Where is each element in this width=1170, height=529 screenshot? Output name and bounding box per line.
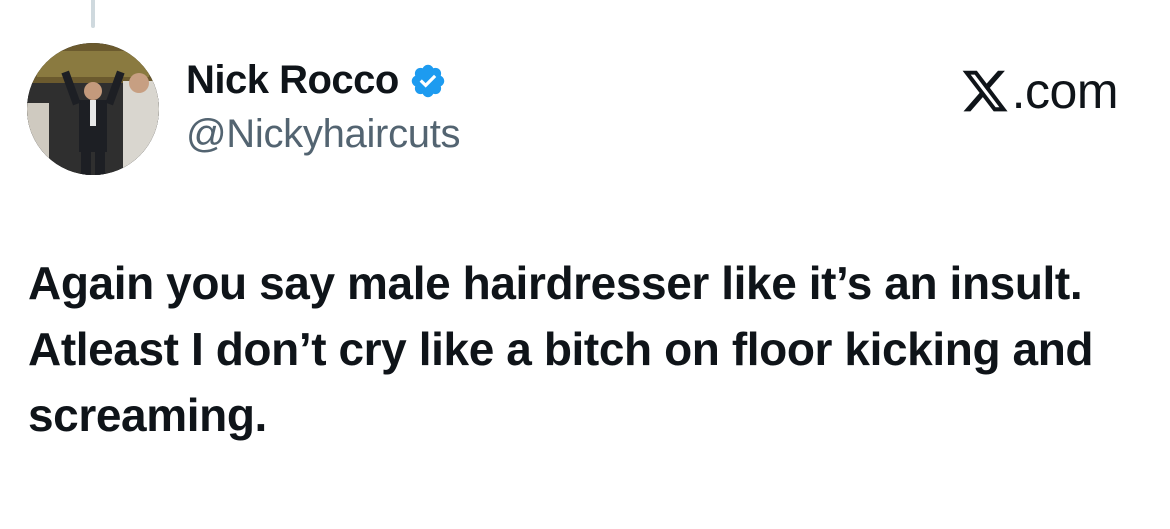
verified-badge-icon [409, 62, 447, 100]
x-logo-icon [960, 66, 1010, 116]
avatar[interactable] [27, 43, 159, 175]
thread-connector-line [91, 0, 95, 28]
site-watermark: .com [960, 62, 1119, 120]
avatar-photo [27, 43, 159, 175]
tweet-text: Again you say male hairdresser like it’s… [28, 257, 1094, 441]
author-name-row: Nick Rocco [186, 58, 447, 103]
site-domain-text: .com [1011, 63, 1119, 119]
author-handle[interactable]: @Nickyhaircuts [186, 112, 461, 157]
display-name[interactable]: Nick Rocco [186, 58, 399, 103]
